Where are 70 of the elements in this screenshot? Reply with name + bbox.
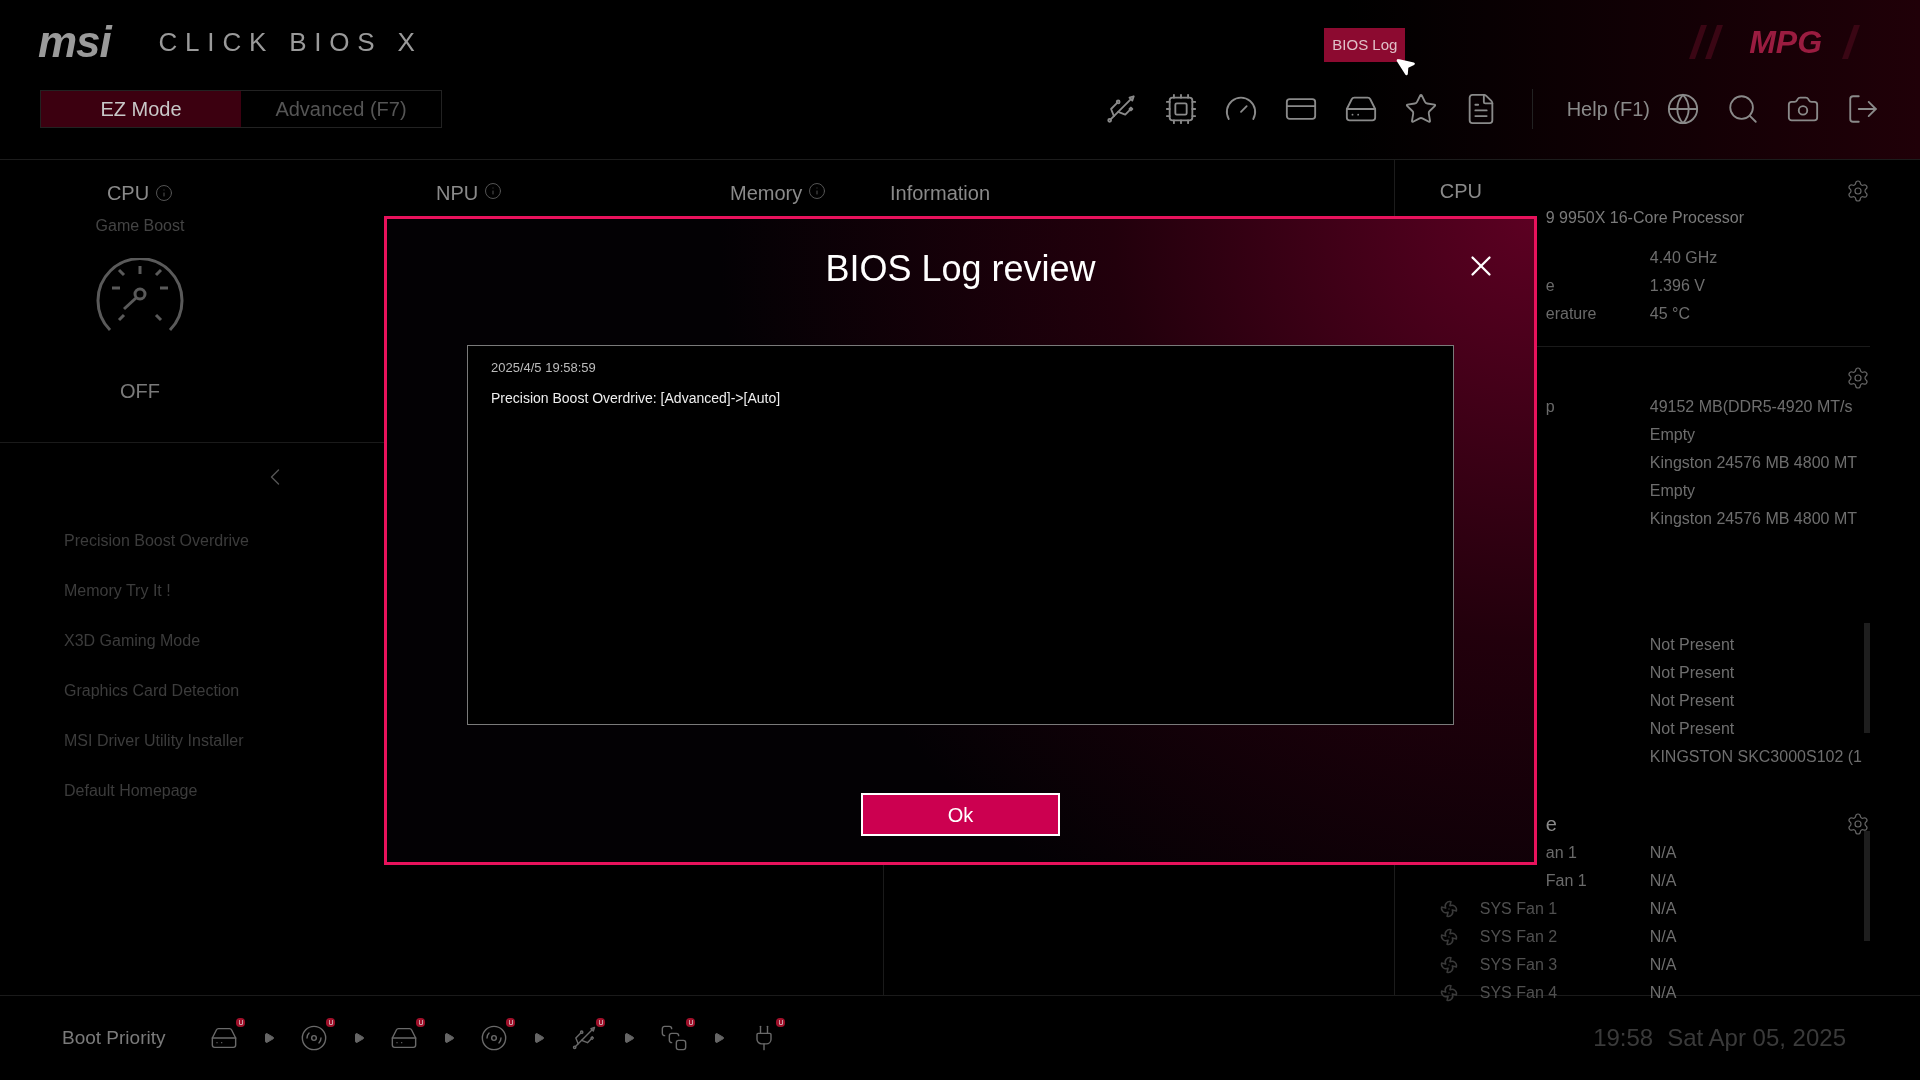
fan-icon [1439, 928, 1458, 946]
game-boost-state: OFF [120, 379, 160, 404]
row-label: SYS Fan 4 [1479, 983, 1558, 1003]
search-icon[interactable] [1726, 92, 1760, 126]
ok-button[interactable]: Ok [861, 793, 1060, 836]
dialog-title: BIOS Log review [825, 247, 1096, 291]
arrow-icon [353, 1032, 366, 1044]
row-value: 1.396 V [1649, 276, 1705, 296]
section-heading: Information [890, 181, 991, 206]
row-label: SYS Fan 2 [1479, 927, 1558, 947]
row-value: 4.40 GHz [1649, 248, 1718, 268]
row-value: Empty [1649, 425, 1696, 445]
row-value: 49152 MB(DDR5-4920 MT/s [1649, 397, 1853, 417]
row-value: Kingston 24576 MB 4800 MT [1649, 453, 1857, 473]
fan-icon [1439, 956, 1458, 974]
settings-icon[interactable] [1846, 812, 1870, 836]
row-label: an 1 [1544, 843, 1577, 863]
chip-icon[interactable] [1163, 92, 1198, 126]
row-value: Empty [1649, 481, 1696, 501]
row-value: N/A [1649, 899, 1677, 919]
row-value: Kingston 24576 MB 4800 MT [1649, 509, 1857, 529]
fan-icon [1439, 984, 1458, 1002]
clock-date: Sat Apr 05, 2025 [1667, 1023, 1846, 1053]
product-title: CLICK BIOS X [158, 25, 423, 59]
mode-tab[interactable]: EZ Mode [41, 91, 241, 127]
processor-name: 9 9950X 16-Core Processor [1544, 208, 1746, 228]
row-label: p [1544, 397, 1555, 417]
cpu-heading: CPU [106, 181, 150, 206]
row-value: N/A [1649, 871, 1677, 891]
arrow-icon [443, 1032, 456, 1044]
panel-heading: CPU [1439, 179, 1482, 204]
row-value: N/A [1649, 843, 1677, 863]
msi-logo: msi [38, 20, 111, 64]
row-label: Fan 1 [1544, 871, 1587, 891]
row-label: SYS Fan 1 [1479, 899, 1558, 919]
row-label: SYS Fan 3 [1479, 955, 1558, 975]
log-entry: 2025/4/5 19:58:59 [491, 359, 597, 377]
section-heading: NPU [436, 181, 479, 206]
row-label: erature [1544, 304, 1597, 324]
help-button[interactable]: Help (F1) [1566, 94, 1650, 124]
settings-icon[interactable] [1846, 366, 1870, 390]
log-entry: Precision Boost Overdrive: [Advanced]->[Auto] [491, 388, 782, 408]
scrollbar[interactable] [1864, 831, 1870, 941]
row-value: Not Present [1649, 691, 1735, 711]
section-heading: Memory [730, 181, 803, 206]
panel-heading: e [1544, 812, 1557, 837]
arrow-icon [533, 1032, 546, 1044]
settings-icon[interactable] [1846, 179, 1870, 203]
fan-icon [1439, 900, 1458, 918]
tooltip: BIOS Log [1324, 27, 1406, 63]
row-label: e [1544, 276, 1555, 296]
row-value: KINGSTON SKC3000S102 (1 [1649, 747, 1862, 767]
row-value: 45 °C [1649, 304, 1690, 324]
speedometer-icon[interactable] [95, 258, 185, 334]
clock-time: 19:58 [1593, 1023, 1654, 1053]
arrow-icon [263, 1032, 276, 1044]
row-value: N/A [1649, 955, 1677, 975]
game-boost-label: Game Boost [95, 216, 185, 236]
language-icon[interactable] [1666, 92, 1700, 126]
row-value: N/A [1649, 983, 1677, 1003]
arrow-icon [623, 1032, 636, 1044]
row-value: Not Present [1649, 719, 1735, 739]
scrollbar[interactable] [1864, 623, 1870, 733]
row-value: Not Present [1649, 635, 1735, 655]
brand-logo: MPG [1749, 23, 1822, 62]
arrow-icon [713, 1032, 726, 1044]
star-icon[interactable] [1403, 92, 1438, 126]
boot-priority-label: Boot Priority [62, 1025, 166, 1050]
row-value: Not Present [1649, 663, 1735, 683]
row-value: N/A [1649, 927, 1677, 947]
